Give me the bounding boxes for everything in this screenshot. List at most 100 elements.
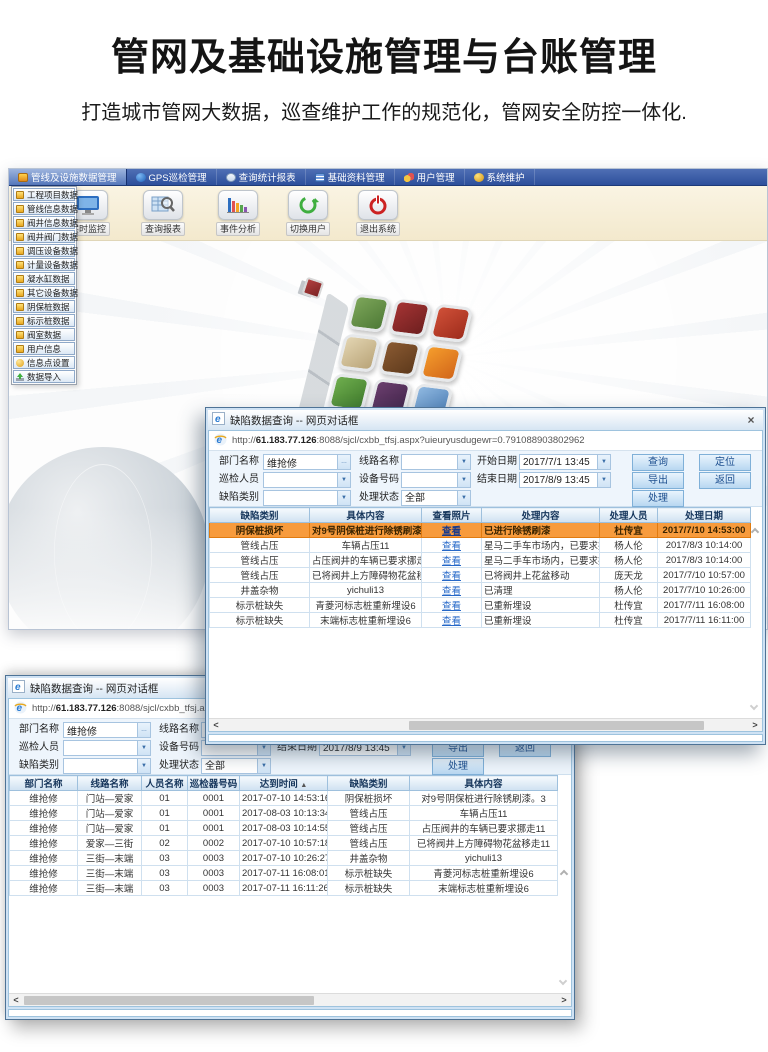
table-row[interactable]: 阴保桩损坏 对9号阴保桩进行除锈刷漆。3 查看 已进行除锈刷漆 杜传宜 2017…	[210, 523, 751, 538]
sidebar-item-user-info[interactable]: 用户信息	[13, 342, 75, 355]
handle-button[interactable]: 处理	[432, 758, 484, 775]
query-report-button[interactable]: 查询报表	[134, 190, 192, 236]
chevron-down-icon[interactable]: ▼	[337, 473, 350, 487]
menu-tab-reports[interactable]: 查询统计报表	[217, 169, 306, 185]
col-defect-type[interactable]: 缺陷类别	[210, 508, 310, 523]
ellipsis-button[interactable]: …	[337, 455, 350, 469]
table-row[interactable]: 维抢修 门站—爱家 01 0001 2017-08-03 10:14:55 管线…	[10, 821, 558, 836]
chevron-down-icon[interactable]: ▼	[457, 473, 470, 487]
exit-system-button[interactable]: 退出系统	[349, 190, 407, 236]
status-select[interactable]: 全部▼	[401, 490, 471, 506]
sidebar-item-condensate-tank[interactable]: 凝水缸数据	[13, 272, 75, 285]
col-handle-date[interactable]: 处理日期	[658, 508, 751, 523]
col-detail[interactable]: 具体内容	[410, 776, 558, 791]
event-analysis-button[interactable]: 事件分析	[209, 190, 267, 236]
line-select[interactable]: ▼	[401, 454, 471, 470]
back-button[interactable]: 返回	[699, 472, 751, 489]
export-button[interactable]: 导出	[632, 472, 684, 489]
close-icon[interactable]: ×	[743, 412, 759, 428]
col-view-photo[interactable]: 查看照片	[422, 508, 482, 523]
sidebar-item-project-data[interactable]: 工程项目数据	[13, 188, 75, 201]
col-handler[interactable]: 处理人员	[600, 508, 658, 523]
table-row[interactable]: 管线占压 车辆占压11 查看 星马二手车市场内，已要求挪车。 杨人伦 2017/…	[210, 538, 751, 553]
horizontal-scrollbar[interactable]: < >	[209, 718, 762, 731]
horizontal-scrollbar[interactable]: < >	[9, 993, 571, 1006]
table-row[interactable]: 管线占压 占压阀井的车辆已要求挪走11 查看 星马二手车市场内，已要求挪车。 杨…	[210, 553, 751, 568]
view-photo-link[interactable]: 查看	[442, 571, 461, 582]
sidebar-item-info-points[interactable]: 信息点设置	[13, 356, 75, 369]
table-row[interactable]: 维抢修 三街—末端 03 0003 2017-07-10 10:26:27 井盖…	[10, 851, 558, 866]
table-row[interactable]: 维抢修 门站—爱家 01 0001 2017-08-03 10:13:34 管线…	[10, 806, 558, 821]
chevron-down-icon[interactable]: ▼	[457, 491, 470, 505]
scroll-right-arrow[interactable]: >	[748, 719, 762, 732]
menu-tab-system[interactable]: 系统维护	[465, 169, 535, 185]
col-person[interactable]: 人员名称	[142, 776, 188, 791]
ellipsis-button[interactable]: …	[137, 723, 150, 737]
dept-input[interactable]	[64, 723, 137, 737]
defect-type-select[interactable]: ▼	[263, 490, 351, 506]
sidebar-item-cathodic-piles[interactable]: 阴保桩数据	[13, 300, 75, 313]
view-photo-link[interactable]: 查看	[442, 556, 461, 567]
handle-button[interactable]: 处理	[632, 490, 684, 507]
sidebar-item-valve-well-valves[interactable]: 阀井阀门数据	[13, 230, 75, 243]
chevron-down-icon[interactable]: ▼	[137, 759, 150, 773]
table-row[interactable]: 维抢修 门站—爱家 01 0001 2017-07-10 14:53:16 阴保…	[10, 791, 558, 806]
table-row[interactable]: 标示桩缺失 末端标志桩重新埋设6 查看 已重新埋设 杜传宜 2017/7/11 …	[210, 613, 751, 628]
table-row[interactable]: 维抢修 三街—末端 03 0003 2017-07-11 16:08:01 标示…	[10, 866, 558, 881]
query-button[interactable]: 查询	[632, 454, 684, 471]
menu-tab-gps[interactable]: GPS巡检管理	[127, 169, 217, 185]
col-arrive-time[interactable]: 达到时间 ▲	[240, 776, 328, 791]
col-device-no[interactable]: 巡检器号码	[188, 776, 240, 791]
switch-user-button[interactable]: 切换用户	[279, 190, 337, 236]
sidebar-item-pipeline-info[interactable]: 管线信息数据	[13, 202, 75, 215]
col-line[interactable]: 线路名称	[78, 776, 142, 791]
status-select[interactable]: 全部▼	[201, 758, 271, 774]
locate-button[interactable]: 定位	[699, 454, 751, 471]
col-detail[interactable]: 具体内容	[310, 508, 422, 523]
scroll-down-chevron[interactable]	[559, 977, 567, 985]
sidebar-item-data-import[interactable]: 数据导入	[13, 370, 75, 383]
table-row[interactable]: 维抢修 爱家—三街 02 0002 2017-07-10 10:57:18 管线…	[10, 836, 558, 851]
scroll-left-arrow[interactable]: <	[209, 719, 223, 732]
menu-tab-users[interactable]: 用户管理	[395, 169, 465, 185]
defect-type-select[interactable]: ▼	[63, 758, 151, 774]
view-photo-link[interactable]: 查看	[442, 526, 461, 537]
start-date-field[interactable]: 2017/7/1 13:45▼	[519, 454, 611, 470]
sidebar-item-marker-piles[interactable]: 标示桩数据	[13, 314, 75, 327]
menu-tab-pipeline-data[interactable]: 管线及设施数据管理	[9, 169, 127, 185]
chevron-down-icon[interactable]: ▼	[597, 473, 610, 487]
device-select[interactable]: ▼	[401, 472, 471, 488]
view-photo-link[interactable]: 查看	[442, 541, 461, 552]
chevron-down-icon[interactable]: ▼	[257, 759, 270, 773]
inspector-select[interactable]: ▼	[263, 472, 351, 488]
inspector-select[interactable]: ▼	[63, 740, 151, 756]
sidebar-item-valve-rooms[interactable]: 阀室数据	[13, 328, 75, 341]
dept-input[interactable]	[264, 455, 337, 469]
scroll-thumb[interactable]	[24, 996, 314, 1005]
scroll-right-arrow[interactable]: >	[557, 994, 571, 1007]
table-row[interactable]: 维抢修 三街—末端 03 0003 2017-07-11 16:11:26 标示…	[10, 881, 558, 896]
scroll-down-chevron[interactable]	[750, 702, 758, 710]
scroll-up-chevron[interactable]	[560, 870, 568, 878]
chevron-down-icon[interactable]: ▼	[137, 741, 150, 755]
table-row[interactable]: 井盖杂物 yichuli13 查看 已清理 杨人伦 2017/7/10 10:2…	[210, 583, 751, 598]
col-handling[interactable]: 处理内容	[482, 508, 600, 523]
scroll-up-chevron[interactable]	[751, 528, 759, 536]
table-row[interactable]: 管线占压 已将阀井上方障碍物花盆移走11 查看 已将阀井上花盆移动 庞天龙 20…	[210, 568, 751, 583]
chevron-down-icon[interactable]: ▼	[337, 491, 350, 505]
chevron-down-icon[interactable]: ▼	[457, 455, 470, 469]
view-photo-link[interactable]: 查看	[442, 616, 461, 627]
view-photo-link[interactable]: 查看	[442, 586, 461, 597]
end-date-field[interactable]: 2017/8/9 13:45▼	[519, 472, 611, 488]
menu-tab-base-data[interactable]: 基础资料管理	[306, 169, 395, 185]
sidebar-item-other-devices[interactable]: 其它设备数据	[13, 286, 75, 299]
col-defect-type[interactable]: 缺陷类别	[328, 776, 410, 791]
dialog-title-bar[interactable]: e 缺陷数据查询 -- 网页对话框 ×	[208, 410, 763, 430]
sidebar-item-metering-devices[interactable]: 计量设备数据	[13, 258, 75, 271]
scroll-left-arrow[interactable]: <	[9, 994, 23, 1007]
sidebar-item-valve-well-info[interactable]: 阀井信息数据	[13, 216, 75, 229]
col-dept[interactable]: 部门名称	[10, 776, 78, 791]
view-photo-link[interactable]: 查看	[442, 601, 461, 612]
sidebar-item-pressure-devices[interactable]: 调压设备数据	[13, 244, 75, 257]
table-row[interactable]: 标示桩缺失 青菱河标志桩重新埋设6 查看 已重新埋设 杜传宜 2017/7/11…	[210, 598, 751, 613]
